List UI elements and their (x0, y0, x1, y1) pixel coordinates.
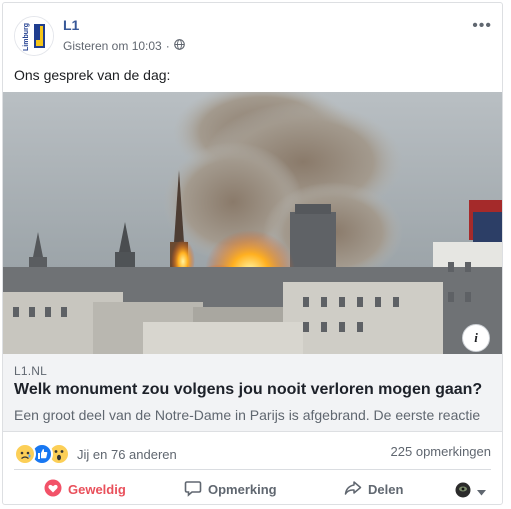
comment-bubble-icon (184, 479, 202, 500)
post-card: Limburg L1 Gisteren om 10:03 · ••• Ons g… (2, 2, 503, 505)
heart-icon (44, 479, 62, 500)
link-preview-box[interactable]: L1.NL Welk monument zou volgens jou nooi… (3, 354, 502, 432)
sad-reaction-icon (14, 443, 36, 465)
link-domain: L1.NL (14, 364, 48, 378)
reaction-identity-selector[interactable] (455, 482, 486, 501)
share-arrow-icon (344, 479, 362, 500)
comment-button-label: Opmerking (208, 482, 277, 497)
chevron-down-icon (477, 484, 486, 499)
more-dots-icon[interactable]: ••• (472, 17, 492, 35)
post-header: Limburg L1 Gisteren om 10:03 · ••• (3, 3, 502, 63)
l1-logo: Limburg (15, 17, 53, 55)
reactions-summary[interactable]: Jij en 76 anderen (14, 443, 177, 465)
user-avatar-icon (455, 482, 471, 501)
comment-button[interactable]: Opmerking (184, 479, 277, 500)
link-preview-image[interactable]: i (3, 92, 502, 354)
post-meta: Gisteren om 10:03 · (63, 39, 185, 53)
post-text: Ons gesprek van de dag: (14, 67, 171, 83)
page-avatar[interactable]: Limburg (14, 16, 54, 56)
like-button[interactable]: Geweldig (44, 479, 126, 500)
share-button[interactable]: Delen (344, 479, 403, 500)
meta-separator: · (165, 39, 170, 53)
share-button-label: Delen (368, 482, 404, 497)
link-title[interactable]: Welk monument zou volgens jou nooit verl… (14, 381, 482, 399)
actions-divider (14, 469, 491, 470)
page-name-link[interactable]: L1 (63, 17, 79, 33)
reactions-count[interactable]: Jij en 76 anderen (77, 447, 177, 462)
comments-count[interactable]: 225 opmerkingen (391, 444, 491, 459)
link-description: Een groot deel van de Notre-Dame in Pari… (14, 407, 481, 423)
timestamp-link[interactable]: Gisteren om 10:03 (63, 39, 162, 53)
svg-text:Limburg: Limburg (23, 23, 30, 51)
like-button-label: Geweldig (68, 482, 126, 497)
action-bar: Geweldig Opmerking Delen (3, 473, 502, 504)
info-button[interactable]: i (462, 324, 490, 352)
globe-icon[interactable] (173, 39, 185, 53)
